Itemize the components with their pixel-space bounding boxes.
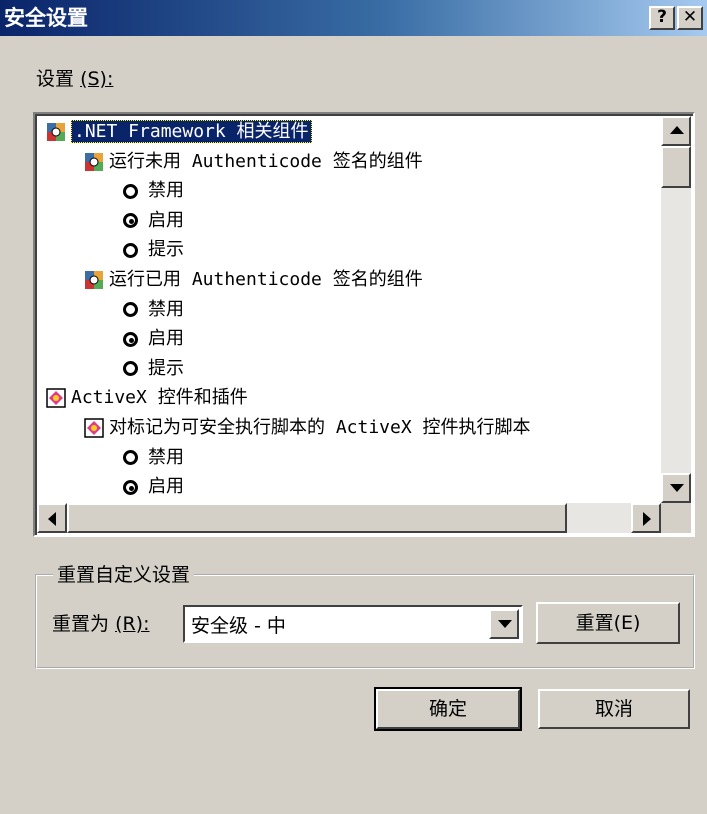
settings-tree-rows: .NET Framework 相关组件运行未用 Authenticode 签名的… [35, 114, 693, 535]
reset-to-label-mnemonic: (R): [115, 613, 150, 635]
tree-item-label: 禁用 [148, 180, 184, 202]
reset-button[interactable]: 重置(E) [536, 602, 680, 644]
radio-button[interactable] [123, 213, 138, 229]
tree-item-label: 运行已用 Authenticode 签名的组件 [109, 269, 423, 290]
tree-item[interactable]: 提示 [123, 236, 184, 264]
tree-item[interactable]: 对标记为可安全执行脚本的 ActiveX 控件执行脚本 [83, 414, 531, 442]
radio-button[interactable] [123, 242, 138, 258]
vertical-scroll-thumb[interactable] [661, 146, 691, 188]
tree-item-label: 对标记为可安全执行脚本的 ActiveX 控件执行脚本 [109, 417, 531, 438]
tree-item-label: 提示 [148, 357, 184, 379]
help-button[interactable]: ? [649, 6, 675, 30]
settings-label-mnemonic: (S): [80, 68, 114, 90]
window-title: 安全设置 [4, 6, 88, 30]
radio-button[interactable] [123, 331, 138, 347]
radio-button[interactable] [123, 302, 138, 318]
tree-item[interactable]: 禁用 [123, 296, 184, 324]
tree-item[interactable]: 启用 [123, 473, 184, 501]
dotnet-gear-icon [85, 152, 103, 171]
arrow-down-icon [670, 484, 684, 492]
tree-item-label: 启用 [148, 476, 184, 498]
vertical-scrollbar[interactable] [661, 116, 691, 506]
tree-item-label: ActiveX 控件和插件 [71, 387, 248, 409]
dotnet-gear-icon [47, 123, 65, 141]
tree-item-label: 禁用 [148, 298, 184, 320]
horizontal-scrollbar[interactable] [37, 503, 661, 533]
dotnet-gear-icon [85, 271, 103, 289]
horizontal-scroll-thumb[interactable] [67, 503, 567, 533]
settings-label-text: 设置 [36, 68, 75, 90]
tree-item[interactable]: 禁用 [123, 177, 184, 205]
radio-button[interactable] [123, 450, 138, 466]
reset-group-legend: 重置自定义设置 [53, 560, 195, 587]
tree-item-label: 禁用 [148, 446, 184, 468]
cancel-button[interactable]: 取消 [538, 689, 690, 729]
radio-button[interactable] [123, 183, 138, 199]
arrow-right-icon [643, 512, 651, 526]
activex-icon [84, 418, 104, 438]
tree-item[interactable]: 运行已用 Authenticode 签名的组件 [83, 266, 423, 294]
ok-button[interactable]: 确定 [374, 687, 522, 731]
combo-dropdown-button[interactable] [489, 609, 519, 639]
tree-item-label: 提示 [148, 239, 184, 261]
scroll-right-button[interactable] [631, 503, 661, 533]
activex-icon [46, 388, 66, 409]
arrow-left-icon [48, 512, 56, 526]
title-bar[interactable]: 安全设置 ? ✕ [0, 0, 707, 36]
scroll-down-button[interactable] [661, 473, 691, 503]
tree-item-label: .NET Framework 相关组件 [71, 120, 312, 143]
tree-item[interactable]: 启用 [123, 325, 184, 353]
chevron-down-icon [498, 620, 512, 628]
tree-item[interactable]: ActiveX 控件和插件 [45, 384, 248, 412]
arrow-up-icon [670, 126, 684, 134]
reset-to-label: 重置为 (R): [52, 609, 150, 636]
scroll-left-button[interactable] [37, 503, 67, 533]
settings-tree[interactable]: .NET Framework 相关组件运行未用 Authenticode 签名的… [33, 112, 695, 537]
radio-button[interactable] [123, 361, 138, 377]
scroll-corner [661, 503, 691, 533]
scroll-up-button[interactable] [661, 116, 691, 146]
tree-item[interactable]: 启用 [123, 207, 184, 235]
tree-item[interactable]: 运行未用 Authenticode 签名的组件 [83, 148, 423, 176]
close-button[interactable]: ✕ [677, 6, 703, 30]
tree-item-label: 启用 [148, 209, 184, 231]
tree-item[interactable]: 禁用 [123, 444, 184, 472]
settings-label: 设置 (S): [36, 64, 113, 91]
security-settings-dialog: 安全设置 ? ✕ 设置 (S): .NET Framework 相关组件运行未用… [0, 0, 707, 814]
tree-item-label: 启用 [148, 328, 184, 350]
tree-item-label: 运行未用 Authenticode 签名的组件 [109, 150, 423, 172]
radio-button[interactable] [123, 479, 138, 495]
tree-item[interactable]: .NET Framework 相关组件 [45, 118, 312, 146]
tree-item[interactable]: 提示 [123, 355, 184, 383]
reset-level-value: 安全级 - 中 [191, 615, 286, 637]
reset-level-select[interactable]: 安全级 - 中 [183, 605, 523, 643]
reset-to-label-text: 重置为 [52, 613, 110, 635]
